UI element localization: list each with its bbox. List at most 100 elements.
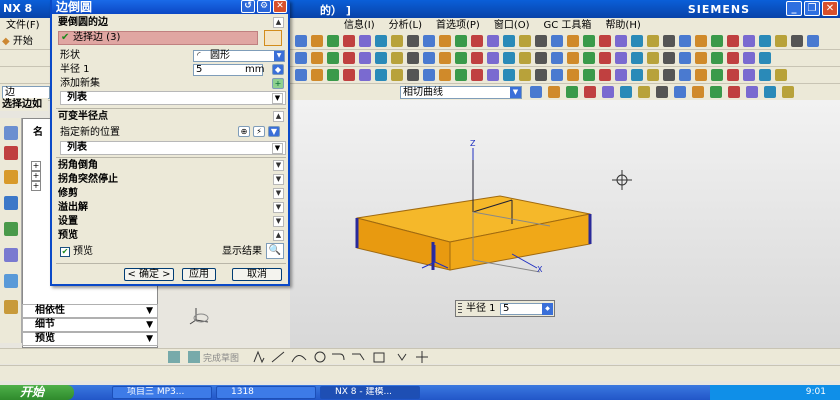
toolbar-icon[interactable] xyxy=(791,35,803,47)
roles-icon[interactable] xyxy=(4,300,18,314)
toolbar-icon[interactable] xyxy=(503,35,515,47)
toolbar-icon[interactable] xyxy=(647,52,659,64)
toolbar-icon[interactable] xyxy=(727,52,739,64)
toolbar-icon[interactable] xyxy=(710,86,722,98)
toolbar-icon[interactable] xyxy=(727,35,739,47)
reuse-library-icon[interactable] xyxy=(4,196,18,210)
toolbar-icon[interactable] xyxy=(439,52,451,64)
toolbar-icon[interactable] xyxy=(728,86,740,98)
toolbar-icon[interactable] xyxy=(663,52,675,64)
toolbar-icon[interactable] xyxy=(375,52,387,64)
toolbar-icon[interactable] xyxy=(391,52,403,64)
apply-button[interactable]: 应用 xyxy=(182,268,216,281)
corner-setback-header[interactable]: 拐角倒角 ▼ xyxy=(56,159,286,172)
shape-dropdown[interactable]: ◜ 圆形 ▼ xyxy=(193,50,285,62)
variable-radius-header[interactable]: 可变半径点 ▲ xyxy=(56,110,286,123)
toolbar-icon[interactable] xyxy=(692,86,704,98)
toolbar-icon[interactable] xyxy=(674,86,686,98)
toolbar-icon[interactable] xyxy=(620,86,632,98)
toolbar-icon[interactable] xyxy=(647,35,659,47)
toolbar-icon[interactable] xyxy=(711,35,723,47)
cancel-button[interactable]: 取消 xyxy=(232,268,282,281)
reset-icon[interactable]: ↺ xyxy=(241,0,255,13)
toolbar-icon[interactable] xyxy=(359,35,371,47)
toolbar-icon[interactable] xyxy=(343,35,355,47)
toolbar-icon[interactable] xyxy=(663,35,675,47)
add-set-icon[interactable]: + xyxy=(272,78,284,89)
toolbar-icon[interactable] xyxy=(311,69,323,81)
toolbar-icon[interactable] xyxy=(455,35,467,47)
menu-item[interactable]: 窗口(O) xyxy=(494,18,530,33)
menu-item[interactable]: 分析(L) xyxy=(389,18,422,33)
toolbar-icon[interactable] xyxy=(519,35,531,47)
edge-select-icon[interactable] xyxy=(264,30,282,46)
close-button[interactable]: ✕ xyxy=(822,1,838,16)
taskbar-item[interactable]: 项目三 MP3... xyxy=(112,386,212,399)
stop-short-header[interactable]: 拐角突然停止 ▼ xyxy=(56,173,286,186)
menu-item[interactable]: GC 工具箱 xyxy=(544,18,592,33)
radius-screen-field[interactable]: 5 xyxy=(500,303,544,315)
toolbar-icon[interactable] xyxy=(743,35,755,47)
start-button[interactable]: ◆ 开始 xyxy=(2,35,52,49)
toolbar-icon[interactable] xyxy=(567,52,579,64)
trim-header[interactable]: 修剪 ▼ xyxy=(56,187,286,200)
toolbar-icon[interactable] xyxy=(375,35,387,47)
toolbar-icon[interactable] xyxy=(711,52,723,64)
toolbar-icon[interactable] xyxy=(530,86,542,98)
select-edge-row[interactable]: ✔ 选择边 (3) xyxy=(58,31,258,45)
toolbar-icon[interactable] xyxy=(535,52,547,64)
details-section[interactable]: 细节 ▼ xyxy=(22,318,158,332)
preview-section[interactable]: 预览 ▼ xyxy=(22,332,158,346)
toolbar-icon[interactable] xyxy=(695,69,707,81)
toolbar-icon[interactable] xyxy=(583,52,595,64)
toolbar-icon[interactable] xyxy=(759,69,771,81)
taskbar-item-active[interactable]: NX 8 - 建模... xyxy=(320,386,420,399)
toolbar-icon[interactable] xyxy=(407,35,419,47)
toolbar-icon[interactable] xyxy=(775,69,787,81)
toolbar-icon[interactable] xyxy=(615,35,627,47)
toolbar-icon[interactable] xyxy=(631,52,643,64)
toolbar-icon[interactable] xyxy=(439,35,451,47)
preview-header[interactable]: 预览 ▲ xyxy=(56,229,286,242)
toolbar-icon[interactable] xyxy=(487,69,499,81)
toolbar-icon[interactable] xyxy=(407,52,419,64)
toolbar-icon[interactable] xyxy=(679,52,691,64)
point-dialog-icon[interactable]: ⊕ xyxy=(238,126,250,137)
toolbar-icon[interactable] xyxy=(311,35,323,47)
toolbar-icon[interactable] xyxy=(631,35,643,47)
restore-button[interactable]: ❐ xyxy=(804,1,820,16)
toolbar-icon[interactable] xyxy=(391,69,403,81)
toolbar-icon[interactable] xyxy=(503,52,515,64)
toolbar-icon[interactable] xyxy=(359,69,371,81)
toolbar-icon[interactable] xyxy=(519,69,531,81)
toolbar-icon[interactable] xyxy=(711,69,723,81)
toolbar-icon[interactable] xyxy=(343,69,355,81)
xp-start-button[interactable]: 开始 xyxy=(0,385,74,400)
toolbar-icon[interactable] xyxy=(583,35,595,47)
menu-item[interactable]: 文件(F) xyxy=(6,18,40,33)
constraint-navigator-icon[interactable] xyxy=(4,146,18,160)
history-icon[interactable] xyxy=(4,248,18,262)
toolbar-icon[interactable] xyxy=(548,86,560,98)
toolbar-icon[interactable] xyxy=(487,52,499,64)
toolbar-icon[interactable] xyxy=(566,86,578,98)
toolbar-icon[interactable] xyxy=(775,35,787,47)
toolbar-icon[interactable] xyxy=(567,35,579,47)
toolbar-icon[interactable] xyxy=(743,52,755,64)
toolbar-icon[interactable] xyxy=(759,35,771,47)
toolbar-icon[interactable] xyxy=(615,52,627,64)
toolbar-icon[interactable] xyxy=(535,35,547,47)
toolbar-icon[interactable] xyxy=(423,35,435,47)
toolbar-icon[interactable] xyxy=(695,52,707,64)
web-browser-icon[interactable] xyxy=(4,222,18,236)
toolbar-icon[interactable] xyxy=(782,86,794,98)
toolbar-icon[interactable] xyxy=(759,52,771,64)
toolbar-icon[interactable] xyxy=(583,69,595,81)
toolbar-icon[interactable] xyxy=(679,69,691,81)
toolbar-icon[interactable] xyxy=(327,69,339,81)
toolbar-icon[interactable] xyxy=(471,35,483,47)
drag-handle[interactable] xyxy=(458,303,462,314)
part-navigator-icon[interactable] xyxy=(4,170,18,184)
toolbar-icon[interactable] xyxy=(503,69,515,81)
toolbar-icon[interactable] xyxy=(327,35,339,47)
